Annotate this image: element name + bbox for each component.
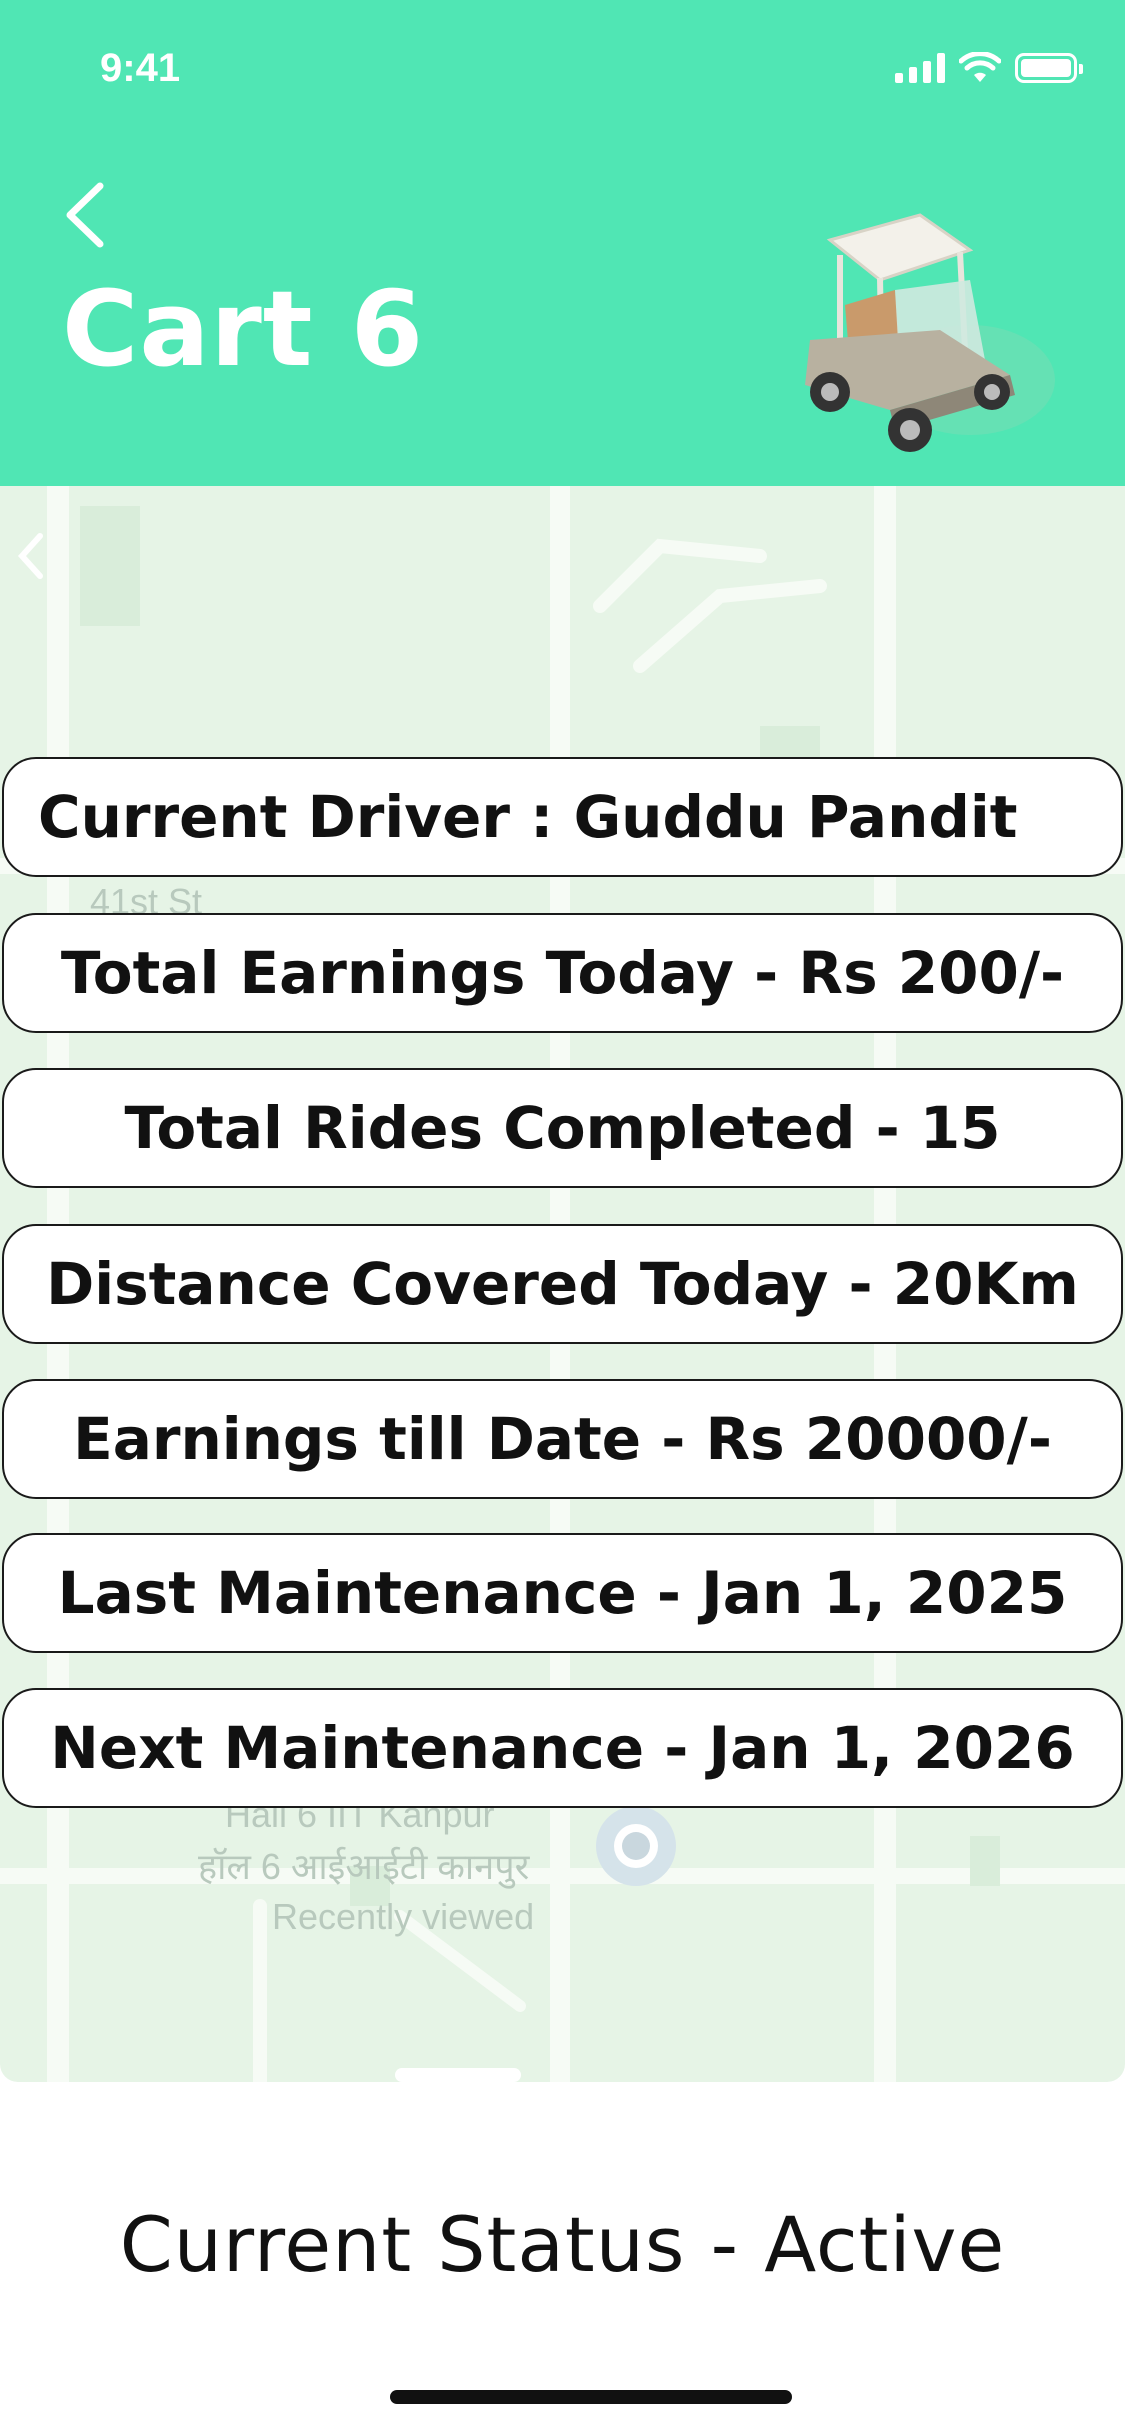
map-place-sublabel: Recently viewed [272,1896,535,1937]
current-driver-pill: Current Driver : Guddu Pandit [2,757,1123,877]
total-rides-completed-pill: Total Rides Completed - 15 [2,1068,1123,1188]
home-indicator[interactable] [390,2390,792,2404]
header: 9:41 Cart 6 [0,0,1125,486]
cart-details-screen: 9:41 Cart 6 41st St Hall 6 IIT Kanpur हॉ… [0,0,1125,2436]
page-title: Cart 6 [62,268,425,390]
distance-covered-today-pill: Distance Covered Today - 20Km [2,1224,1123,1344]
total-earnings-today-pill: Total Earnings Today - Rs 200/- [2,913,1123,1033]
battery-icon [1015,53,1083,83]
back-button[interactable] [60,180,110,250]
status-bar-time: 9:41 [100,46,181,90]
current-status-text: Current Status - Active [119,2200,1006,2289]
cellular-signal-icon [895,53,945,83]
golf-cart-image [805,213,1055,452]
wifi-icon [959,52,1001,82]
map-place-label-hi: हॉल 6 आईआईटी कानपुर [198,1846,530,1887]
status-bar-icons [895,52,1083,84]
next-maintenance-pill: Next Maintenance - Jan 1, 2026 [2,1688,1123,1808]
chevron-left-icon [66,182,104,248]
earnings-till-date-pill: Earnings till Date - Rs 20000/- [2,1379,1123,1499]
last-maintenance-pill: Last Maintenance - Jan 1, 2025 [2,1533,1123,1653]
